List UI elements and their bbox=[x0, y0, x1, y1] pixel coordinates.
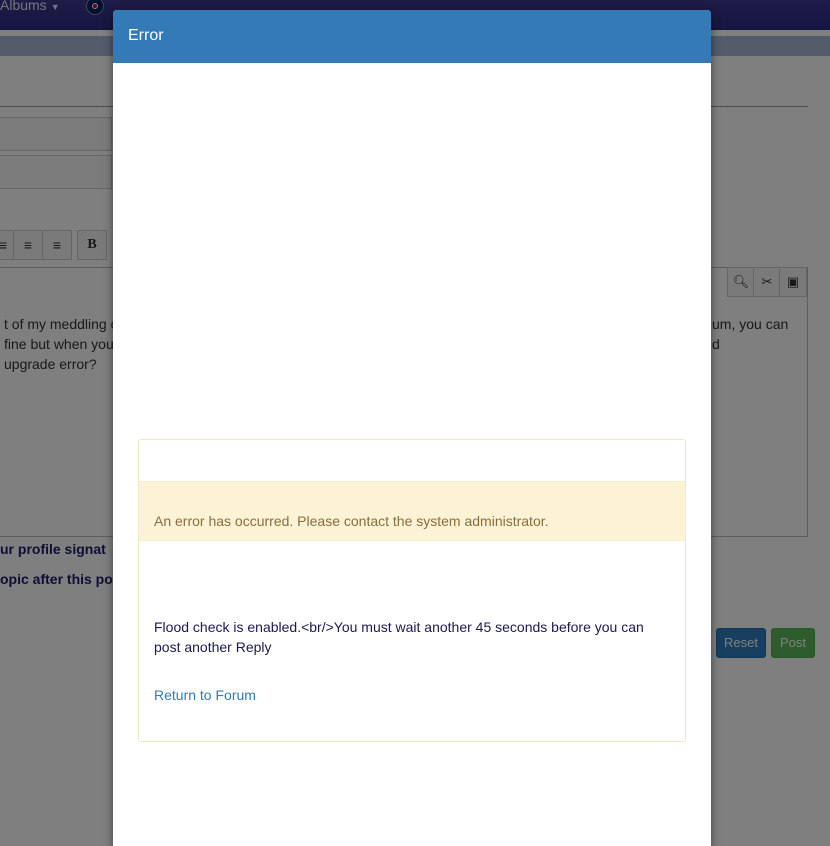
error-modal: Error An error has occurred. Please cont… bbox=[113, 10, 711, 846]
error-message: Flood check is enabled.<br/>You must wai… bbox=[154, 619, 644, 655]
modal-header: Error bbox=[113, 10, 711, 63]
modal-title: Error bbox=[128, 27, 164, 44]
alert-text: An error has occurred. Please contact th… bbox=[154, 513, 549, 529]
error-panel: An error has occurred. Please contact th… bbox=[138, 439, 686, 742]
return-to-forum-link[interactable]: Return to Forum bbox=[154, 687, 256, 703]
error-alert: An error has occurred. Please contact th… bbox=[139, 481, 685, 541]
